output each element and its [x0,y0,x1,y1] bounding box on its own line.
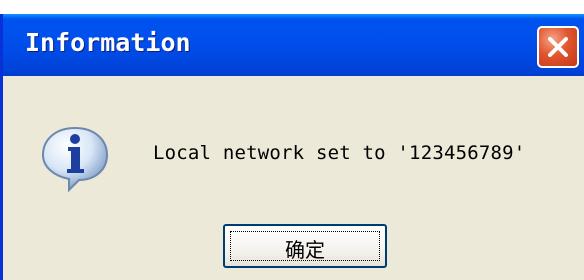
screen: Information Local network set to '123456… [0,0,584,280]
dialog-titlebar[interactable]: Information [3,14,584,76]
ok-button-label: 确定 [285,238,325,262]
close-button[interactable] [537,26,579,68]
information-dialog: Information Local network set to '123456… [0,14,584,280]
ok-button[interactable]: 确定 [223,224,387,268]
close-icon [548,37,568,57]
dialog-message: Local network set to '123456789' [153,142,526,164]
dialog-title: Information [25,28,191,57]
information-icon [41,126,109,193]
